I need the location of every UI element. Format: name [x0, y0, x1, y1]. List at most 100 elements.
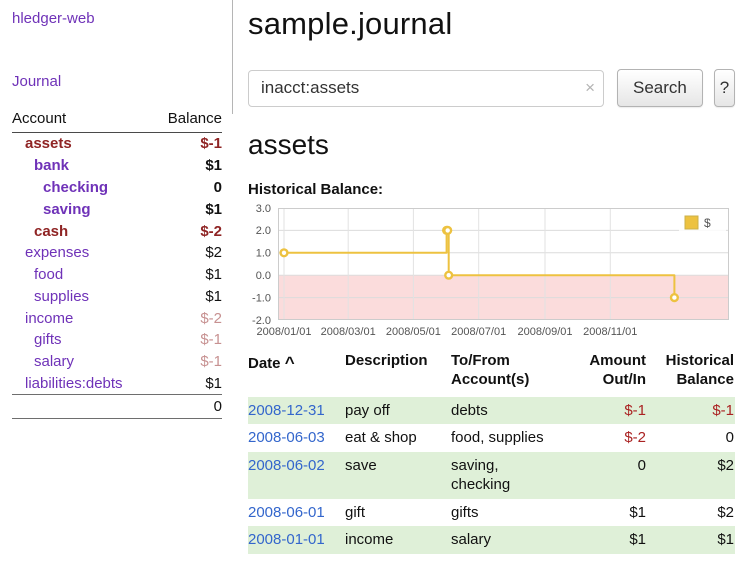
- account-row: saving$1: [12, 198, 222, 220]
- transaction-description: income: [345, 526, 451, 554]
- account-link[interactable]: expenses: [25, 244, 89, 261]
- transaction-row: 2008-12-31pay offdebts$-1$-1: [248, 397, 735, 425]
- account-balance: $1: [153, 373, 222, 395]
- account-row: income $-2: [12, 307, 222, 329]
- historical-balance-chart: $3.02.01.00.0-1.0-2.02008/01/012008/03/0…: [248, 204, 735, 338]
- search-bar: × Search ?: [248, 69, 735, 107]
- transaction-date-cell: 2008-01-01: [248, 526, 345, 554]
- account-row: checking 0: [12, 177, 222, 199]
- accounts-col-account: Account: [12, 110, 153, 133]
- transaction-description: pay off: [345, 397, 451, 425]
- svg-text:-2.0: -2.0: [252, 315, 271, 327]
- account-link[interactable]: saving: [43, 201, 91, 218]
- account-link[interactable]: assets: [25, 135, 72, 152]
- transaction-date-link[interactable]: 2008-06-02: [248, 457, 325, 474]
- transaction-description: save: [345, 452, 451, 499]
- svg-text:2008/11/01: 2008/11/01: [583, 326, 637, 338]
- account-link[interactable]: checking: [43, 179, 108, 196]
- account-link[interactable]: bank: [34, 157, 69, 174]
- search-box: ×: [248, 70, 604, 107]
- account-row: food $1: [12, 264, 222, 286]
- account-name-cell: expenses: [12, 242, 153, 264]
- transaction-accounts: saving, checking: [451, 452, 561, 499]
- transaction-date-cell: 2008-12-31: [248, 397, 345, 425]
- svg-text:2008/07/01: 2008/07/01: [451, 326, 506, 338]
- account-name-cell: checking: [12, 177, 153, 199]
- search-button[interactable]: Search: [617, 69, 703, 107]
- account-name-cell: salary: [12, 351, 153, 373]
- account-row: salary $-1: [12, 351, 222, 373]
- sidebar-item-journal[interactable]: Journal: [12, 73, 222, 90]
- data-point: [671, 294, 678, 301]
- account-row: gifts$-1: [12, 329, 222, 351]
- account-balance: $-2: [153, 220, 222, 242]
- transaction-date-cell: 2008-06-02: [248, 452, 345, 499]
- account-name-cell: cash: [12, 220, 153, 242]
- account-link[interactable]: supplies: [34, 288, 89, 305]
- account-balance: $1: [153, 264, 222, 286]
- svg-text:3.0: 3.0: [256, 204, 271, 215]
- legend-swatch: [685, 216, 698, 229]
- chart-title: Historical Balance:: [248, 181, 735, 198]
- accounts-header-row: Account Balance: [12, 110, 222, 133]
- account-balance: $-1: [153, 133, 222, 155]
- col-accounts: To/From Account(s): [451, 350, 561, 397]
- account-name-cell: gifts: [12, 329, 153, 351]
- svg-text:-1.0: -1.0: [252, 292, 271, 304]
- col-date[interactable]: Date ^: [248, 350, 345, 397]
- transaction-balance: $1: [647, 526, 735, 554]
- account-balance: 0: [153, 177, 222, 199]
- account-link[interactable]: cash: [34, 223, 68, 240]
- transaction-date-link[interactable]: 2008-01-01: [248, 531, 325, 548]
- transaction-row: 2008-06-03eat & shopfood, supplies$-20: [248, 424, 735, 452]
- transaction-amount: 0: [561, 452, 647, 499]
- accounts-total-row: 0: [12, 395, 222, 419]
- account-balance: $-2: [153, 307, 222, 329]
- account-row: cash $-2: [12, 220, 222, 242]
- legend-label: $: [704, 216, 711, 230]
- chart-legend: $: [679, 212, 726, 234]
- search-input[interactable]: [248, 70, 604, 107]
- accounts-total-spacer: [12, 395, 153, 419]
- account-balance: $-1: [153, 351, 222, 373]
- transaction-amount: $1: [561, 499, 647, 527]
- account-heading: assets: [248, 129, 735, 161]
- transaction-balance: 0: [647, 424, 735, 452]
- account-link[interactable]: liabilities:debts: [25, 375, 123, 392]
- account-row: supplies $1: [12, 285, 222, 307]
- account-link[interactable]: salary: [34, 353, 74, 370]
- account-balance: $1: [153, 285, 222, 307]
- transaction-balance: $2: [647, 499, 735, 527]
- transaction-balance: $2: [647, 452, 735, 499]
- transaction-description: eat & shop: [345, 424, 451, 452]
- svg-text:1.0: 1.0: [256, 248, 271, 260]
- transaction-date-link[interactable]: 2008-06-01: [248, 504, 325, 521]
- account-link[interactable]: gifts: [34, 331, 62, 348]
- help-button[interactable]: ?: [714, 69, 735, 107]
- col-date-label: Date: [248, 355, 281, 372]
- transaction-amount: $-2: [561, 424, 647, 452]
- transaction-date-link[interactable]: 2008-12-31: [248, 402, 325, 419]
- svg-text:2.0: 2.0: [256, 225, 271, 237]
- account-row: liabilities:debts $1: [12, 373, 222, 395]
- transaction-description: gift: [345, 499, 451, 527]
- register-table: Date ^ Description To/From Account(s) Am…: [248, 350, 735, 554]
- account-name-cell: bank: [12, 155, 153, 177]
- account-link[interactable]: income: [25, 310, 73, 327]
- transaction-amount: $-1: [561, 397, 647, 425]
- svg-text:2008/05/01: 2008/05/01: [386, 326, 441, 338]
- account-link[interactable]: food: [34, 266, 63, 283]
- clear-search-icon[interactable]: ×: [585, 79, 595, 96]
- brand-link[interactable]: hledger-web: [12, 10, 222, 27]
- account-name-cell: assets: [12, 133, 153, 155]
- transaction-date-link[interactable]: 2008-06-03: [248, 429, 325, 446]
- col-amount: Amount Out/In: [561, 350, 647, 397]
- account-row: expenses$2: [12, 242, 222, 264]
- data-point: [444, 227, 451, 234]
- accounts-col-balance: Balance: [153, 110, 222, 133]
- data-point: [281, 249, 288, 256]
- transaction-accounts: debts: [451, 397, 561, 425]
- sidebar: hledger-web Journal Account Balance asse…: [0, 0, 233, 582]
- svg-text:0.0: 0.0: [256, 270, 271, 282]
- account-name-cell: income: [12, 307, 153, 329]
